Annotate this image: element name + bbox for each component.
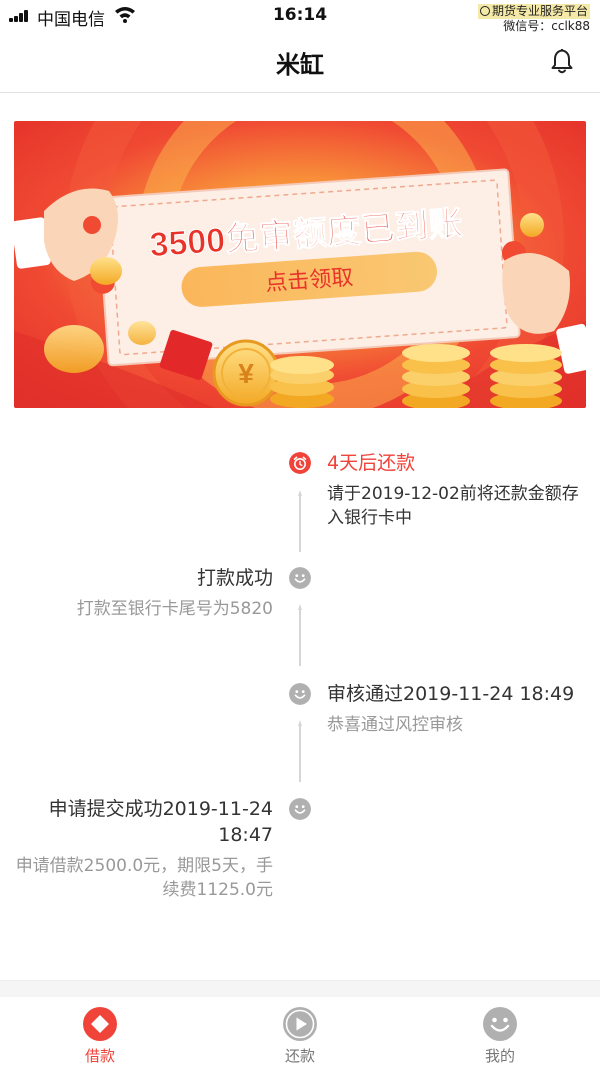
timeline-item-title: 打款成功 [196,567,273,589]
timeline-item-desc: 恭喜通过风控审核 [327,715,463,735]
smiley-icon [289,567,311,589]
watermark-line1: 期货专业服务平台 [491,4,588,18]
timeline-item-title: 审核通过2019-11-24 18:49 [327,683,575,705]
arrow-up-icon [298,720,302,782]
timeline-item-title: 申请提交成功2019-11-24 18:47 [48,798,273,846]
watermark: 期货专业服务平台 微信号：cclk88 [477,4,590,34]
coin-symbol: ¥ [238,358,254,389]
yuan-coin-icon: ¥ [212,339,280,407]
lock-icon [479,6,490,16]
timeline-item-submitted: 申请提交成功2019-11-24 18:47 申请借款2500.0元，期限5天，… [11,796,273,902]
timeline-item-approved: 审核通过2019-11-24 18:49 恭喜通过风控审核 [327,681,589,737]
timeline-item-desc: 打款至银行卡尾号为5820 [76,599,273,619]
timeline-item-desc: 请于2019-12-02前将还款金额存入银行卡中 [327,484,579,528]
smiley-icon [483,1007,517,1041]
loan-progress-timeline: 4天后还款 请于2019-12-02前将还款金额存入银行卡中 打款成功 打款至银… [0,440,600,960]
tab-mine[interactable]: 我的 [400,997,600,1067]
smiley-icon [289,683,311,705]
tab-label: 还款 [284,1047,315,1065]
bell-icon[interactable] [550,47,574,75]
section-divider [0,980,600,997]
status-bar: 中国电信 16:14 期货专业服务平台 微信号：cclk88 [0,0,600,34]
coin-icon [44,325,104,373]
alarm-clock-icon [289,452,311,474]
coin-icon [90,257,122,285]
coin-icon [128,321,156,345]
bottom-tab-bar: 借款 还款 我的 [0,997,600,1067]
page-title: 米缸 [276,51,324,79]
smiley-icon [289,798,311,820]
tab-repay[interactable]: 还款 [200,997,400,1067]
tab-label: 我的 [484,1047,515,1065]
tab-borrow[interactable]: 借款 [0,997,200,1067]
timeline-item-disbursed: 打款成功 打款至银行卡尾号为5820 [11,565,273,621]
diamond-icon [83,1007,117,1041]
timeline-item-desc: 申请借款2500.0元，期限5天，手续费1125.0元 [15,856,273,900]
nav-bar: 米缸 [0,32,600,93]
timeline-item-repayment: 4天后还款 请于2019-12-02前将还款金额存入银行卡中 [327,450,589,530]
tab-label: 借款 [84,1047,115,1065]
arrow-up-icon [298,490,302,552]
promo-banner[interactable]: 3500免审额度已到账 点击领取 ¥ [14,121,586,408]
timeline-item-title: 4天后还款 [327,452,416,474]
arrow-up-icon [298,604,302,666]
play-icon [283,1007,317,1041]
